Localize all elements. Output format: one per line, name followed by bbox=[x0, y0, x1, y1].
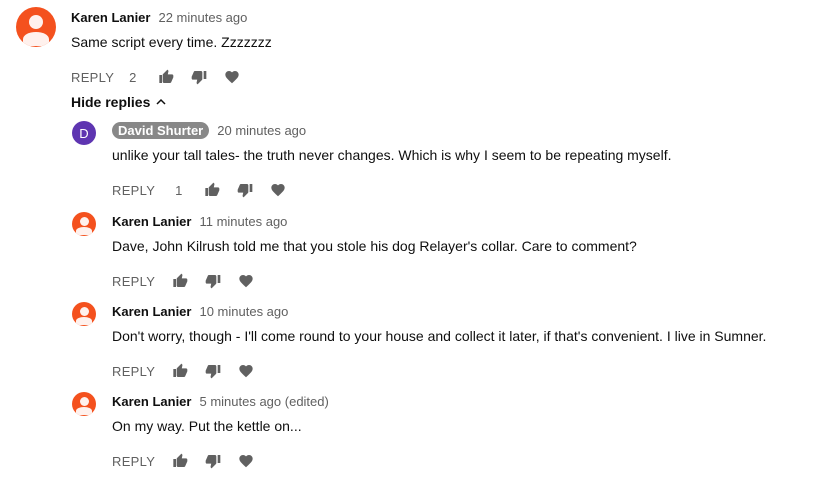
heart-icon[interactable] bbox=[268, 180, 288, 200]
thumb-up-icon[interactable] bbox=[170, 271, 190, 291]
heart-icon[interactable] bbox=[222, 67, 242, 87]
avatar[interactable] bbox=[72, 302, 96, 326]
comment-timestamp[interactable]: 20 minutes ago bbox=[217, 123, 306, 138]
thumb-up-icon[interactable] bbox=[170, 451, 190, 471]
comment-actions: REPLY bbox=[112, 271, 637, 291]
comment-text: unlike your tall tales- the truth never … bbox=[112, 147, 672, 163]
comment-author[interactable]: Karen Lanier bbox=[71, 10, 150, 25]
comment-author[interactable]: David Shurter bbox=[112, 121, 210, 139]
reply-button[interactable]: REPLY bbox=[112, 454, 155, 469]
comment-content: Karen Lanier 5 minutes ago (edited) On m… bbox=[112, 392, 329, 471]
thumb-up-icon[interactable] bbox=[202, 180, 222, 200]
thumb-down-icon[interactable] bbox=[189, 67, 209, 87]
comment-content: David Shurter 20 minutes ago unlike your… bbox=[112, 121, 672, 200]
heart-icon[interactable] bbox=[236, 361, 256, 381]
comment-author[interactable]: Karen Lanier bbox=[112, 304, 191, 319]
avatar[interactable] bbox=[72, 392, 96, 416]
comment-text: Don't worry, though - I'll come round to… bbox=[112, 328, 767, 344]
comment-actions: REPLY 1 bbox=[112, 180, 672, 200]
comment-text: Same script every time. Zzzzzzz bbox=[71, 34, 272, 50]
like-count: 2 bbox=[129, 69, 137, 85]
reply-button[interactable]: REPLY bbox=[112, 364, 155, 379]
comment-timestamp[interactable]: 22 minutes ago bbox=[158, 10, 247, 25]
reply-comment: D David Shurter 20 minutes ago unlike yo… bbox=[72, 121, 672, 200]
avatar[interactable] bbox=[72, 212, 96, 236]
comment-text: On my way. Put the kettle on... bbox=[112, 418, 302, 434]
comment-content: Karen Lanier 22 minutes ago Same script … bbox=[71, 8, 272, 87]
chevron-up-icon bbox=[156, 98, 166, 105]
hide-replies-button[interactable]: Hide replies bbox=[71, 94, 167, 110]
comment-content: Karen Lanier 11 minutes ago Dave, John K… bbox=[112, 212, 637, 291]
reply-comment: Karen Lanier 10 minutes ago Don't worry,… bbox=[72, 302, 766, 381]
thumb-down-icon[interactable] bbox=[235, 180, 255, 200]
comment-timestamp[interactable]: 10 minutes ago bbox=[199, 304, 288, 319]
thumb-down-icon[interactable] bbox=[203, 361, 223, 381]
thumb-up-icon[interactable] bbox=[170, 361, 190, 381]
reply-comment: Karen Lanier 5 minutes ago (edited) On m… bbox=[72, 392, 329, 471]
reply-button[interactable]: REPLY bbox=[71, 70, 114, 85]
avatar[interactable] bbox=[16, 7, 56, 47]
top-comment: Karen Lanier 22 minutes ago Same script … bbox=[16, 7, 272, 87]
thumb-down-icon[interactable] bbox=[203, 271, 223, 291]
comment-content: Karen Lanier 10 minutes ago Don't worry,… bbox=[112, 302, 766, 381]
comment-timestamp[interactable]: 11 minutes ago bbox=[199, 214, 287, 229]
thumb-down-icon[interactable] bbox=[203, 451, 223, 471]
comment-actions: REPLY bbox=[112, 361, 766, 381]
avatar[interactable]: D bbox=[72, 121, 96, 145]
thumb-up-icon[interactable] bbox=[156, 67, 176, 87]
heart-icon[interactable] bbox=[236, 451, 256, 471]
hide-replies-label: Hide replies bbox=[71, 94, 151, 110]
reply-comment: Karen Lanier 11 minutes ago Dave, John K… bbox=[72, 212, 637, 291]
reply-button[interactable]: REPLY bbox=[112, 183, 155, 198]
comment-actions: REPLY bbox=[112, 451, 329, 471]
heart-icon[interactable] bbox=[236, 271, 256, 291]
comment-timestamp[interactable]: 5 minutes ago (edited) bbox=[199, 394, 328, 409]
comment-text: Dave, John Kilrush told me that you stol… bbox=[112, 238, 637, 254]
like-count: 1 bbox=[175, 182, 183, 198]
comment-thread: Karen Lanier 22 minutes ago Same script … bbox=[0, 0, 817, 498]
comment-author[interactable]: Karen Lanier bbox=[112, 214, 191, 229]
comment-actions: REPLY 2 bbox=[71, 67, 272, 87]
comment-author[interactable]: Karen Lanier bbox=[112, 394, 191, 409]
avatar-letter: D bbox=[79, 125, 89, 141]
reply-button[interactable]: REPLY bbox=[112, 274, 155, 289]
